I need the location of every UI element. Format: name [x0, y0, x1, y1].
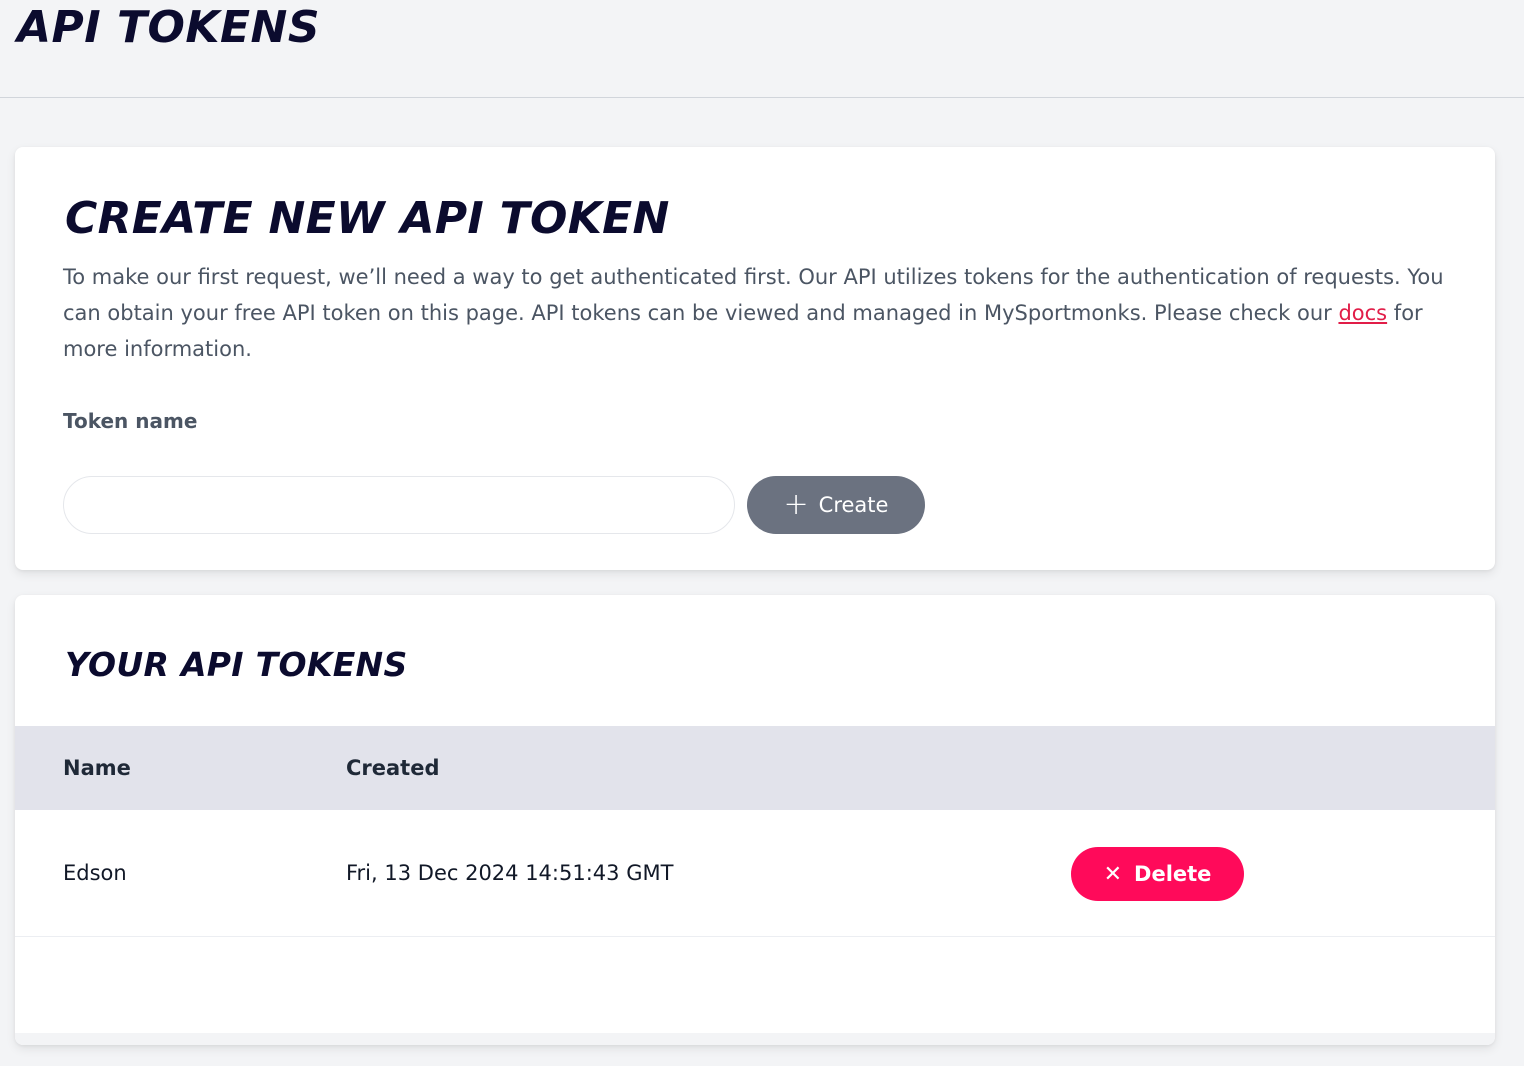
create-token-description: To make our first request, we’ll need a … — [63, 259, 1453, 367]
api-tokens-card: YOUR API TOKENS Name Created Edson Fri, … — [15, 595, 1495, 1045]
create-button[interactable]: + Create — [747, 476, 925, 534]
card-footer-strip — [15, 1033, 1495, 1045]
create-button-label: Create — [818, 493, 889, 517]
delete-token-button[interactable]: ✕ Delete — [1071, 847, 1244, 901]
api-tokens-title: YOUR API TOKENS — [65, 645, 408, 684]
delete-button-label: Delete — [1134, 862, 1212, 886]
create-token-card: CREATE NEW API TOKEN To make our first r… — [15, 147, 1495, 570]
docs-link[interactable]: docs — [1338, 301, 1387, 325]
table-row: Edson Fri, 13 Dec 2024 14:51:43 GMT ✕ De… — [15, 810, 1495, 937]
close-icon: ✕ — [1103, 861, 1123, 887]
token-name-label: Token name — [63, 409, 198, 433]
page-title: API TOKENS — [17, 2, 321, 53]
column-header-name: Name — [63, 756, 131, 780]
token-created-cell: Fri, 13 Dec 2024 14:51:43 GMT — [346, 861, 674, 885]
description-text-start: To make our first request, we’ll need a … — [63, 265, 1444, 325]
column-header-created: Created — [346, 756, 440, 780]
page-header: API TOKENS — [0, 0, 1524, 98]
token-name-input[interactable] — [63, 476, 735, 534]
token-name-cell: Edson — [63, 861, 127, 885]
table-header: Name Created — [15, 726, 1495, 810]
create-token-title: CREATE NEW API TOKEN — [65, 193, 670, 244]
plus-icon: + — [783, 487, 809, 522]
